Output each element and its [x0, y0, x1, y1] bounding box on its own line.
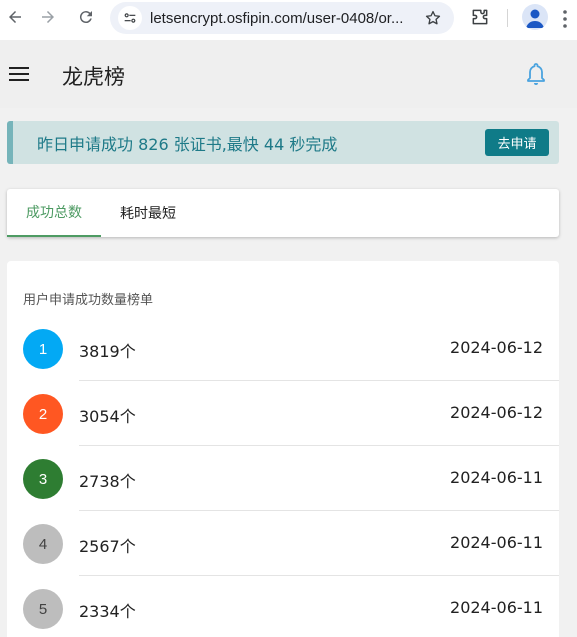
- ranking-tabs: 成功总数 耗时最短: [7, 189, 559, 237]
- rank-avatar: 5: [23, 589, 63, 629]
- url-text: letsencrypt.osfipin.com/user-0408/or...: [150, 9, 404, 27]
- record-date: 2024-06-12: [450, 403, 543, 422]
- record-date: 2024-06-11: [450, 468, 543, 487]
- apply-button[interactable]: 去申请: [485, 129, 549, 156]
- app-bar: 龙虎榜: [0, 40, 577, 108]
- browser-toolbar: letsencrypt.osfipin.com/user-0408/or...: [0, 0, 577, 40]
- menu-icon[interactable]: [9, 66, 29, 82]
- bell-icon[interactable]: [524, 61, 548, 87]
- notice-banner: 昨日申请成功 826 张证书,最快 44 秒完成 去申请: [7, 121, 559, 164]
- reload-button[interactable]: [71, 2, 101, 32]
- success-count: 2738个: [79, 472, 136, 491]
- success-count: 3054个: [79, 407, 136, 426]
- star-icon[interactable]: [424, 9, 442, 27]
- record-date: 2024-06-12: [450, 338, 543, 357]
- ranking-card: 用户申请成功数量榜单 1 3819个 2024-06-12 2 3054个 20…: [7, 261, 559, 637]
- rank-avatar: 2: [23, 394, 63, 434]
- list-subheader: 用户申请成功数量榜单: [23, 293, 154, 308]
- list-item[interactable]: 5 2334个 2024-06-11: [7, 576, 559, 637]
- page-title: 龙虎榜: [62, 65, 125, 89]
- forward-button[interactable]: [33, 2, 63, 32]
- banner-text: 昨日申请成功 826 张证书,最快 44 秒完成: [37, 135, 338, 154]
- back-icon: [9, 11, 21, 23]
- success-count: 3819个: [79, 342, 136, 361]
- list-item[interactable]: 3 2738个 2024-06-11: [7, 446, 559, 511]
- address-bar[interactable]: letsencrypt.osfipin.com/user-0408/or...: [110, 2, 454, 34]
- toolbar-separator: [507, 9, 508, 27]
- rank-avatar: 1: [23, 329, 63, 369]
- extensions-icon[interactable]: [470, 7, 490, 27]
- tab-shortest-time[interactable]: 耗时最短: [103, 189, 193, 237]
- reload-icon: [79, 11, 92, 24]
- success-count: 2567个: [79, 537, 136, 556]
- rank-avatar: 3: [23, 459, 63, 499]
- list-item[interactable]: 4 2567个 2024-06-11: [7, 511, 559, 576]
- forward-icon: [42, 11, 54, 23]
- back-button[interactable]: [0, 2, 30, 32]
- profile-icon[interactable]: [522, 4, 548, 30]
- list-item[interactable]: 2 3054个 2024-06-12: [7, 381, 559, 446]
- rank-avatar: 4: [23, 524, 63, 564]
- record-date: 2024-06-11: [450, 533, 543, 552]
- tab-success-total[interactable]: 成功总数: [7, 189, 101, 237]
- success-count: 2334个: [79, 602, 136, 621]
- record-date: 2024-06-11: [450, 598, 543, 617]
- site-info-icon[interactable]: [118, 6, 142, 30]
- kebab-menu-icon[interactable]: [562, 9, 568, 29]
- list-item[interactable]: 1 3819个 2024-06-12: [7, 316, 559, 381]
